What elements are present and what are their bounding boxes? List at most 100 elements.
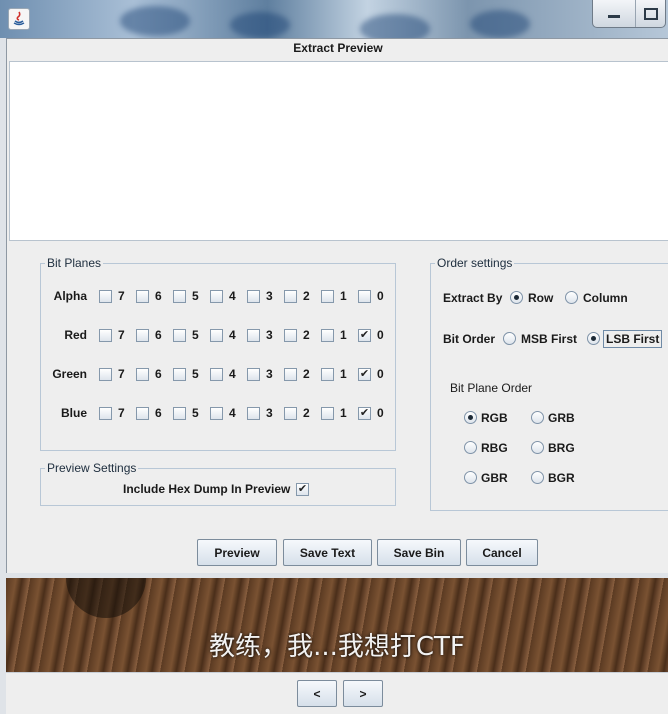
bit-plane-order-label[interactable]: BRG bbox=[548, 441, 575, 455]
bit-plane-checkbox-label: 6 bbox=[155, 367, 162, 381]
bit-plane-order-radio[interactable] bbox=[531, 471, 544, 484]
bit-plane-checkbox-label: 1 bbox=[340, 289, 347, 303]
bit-planes-group: Bit Planes Alpha 7 6 5 4 3 2 1 0 Red 7 6 5 4 3 2 1 ✔ 0 Gree… bbox=[40, 256, 396, 451]
image-caption: 教练，我...我想打CTF bbox=[209, 632, 465, 662]
bit-plane-order-radio[interactable] bbox=[531, 411, 544, 424]
hex-dump-checkbox[interactable]: ✔ bbox=[296, 483, 309, 496]
save-bin-button[interactable]: Save Bin bbox=[377, 539, 461, 566]
bit-plane-checkbox-label: 1 bbox=[340, 328, 347, 342]
bit-plane-checkbox[interactable] bbox=[99, 329, 112, 342]
bit-plane-checkbox[interactable] bbox=[136, 407, 149, 420]
bit-plane-checkbox[interactable] bbox=[210, 290, 223, 303]
bit-plane-checkbox[interactable] bbox=[321, 329, 334, 342]
bit-plane-checkbox-label: 7 bbox=[118, 406, 125, 420]
bit-plane-checkbox-label: 7 bbox=[118, 367, 125, 381]
bit-plane-checkbox[interactable] bbox=[173, 368, 186, 381]
bit-plane-checkbox[interactable] bbox=[136, 329, 149, 342]
bit-plane-checkbox[interactable] bbox=[284, 329, 297, 342]
bit-plane-checkbox[interactable]: ✔ bbox=[358, 368, 371, 381]
bit-plane-order-radio[interactable] bbox=[531, 441, 544, 454]
bit-order-msb-radio[interactable] bbox=[503, 332, 516, 345]
bit-order-label: Bit Order bbox=[443, 332, 496, 346]
bit-plane-checkbox-label: 7 bbox=[118, 289, 125, 303]
bit-plane-checkbox[interactable] bbox=[321, 368, 334, 381]
bit-plane-checkbox-label: 0 bbox=[377, 406, 384, 420]
bit-plane-checkbox-label: 4 bbox=[229, 289, 236, 303]
bit-plane-order-radio[interactable] bbox=[464, 441, 477, 454]
bit-plane-checkbox-label: 5 bbox=[192, 328, 199, 342]
minimize-icon bbox=[608, 14, 620, 18]
background-image: 教练，我...我想打CTF bbox=[6, 578, 668, 672]
bit-plane-checkbox[interactable] bbox=[99, 407, 112, 420]
extract-preview-dialog: Extract Preview Bit Planes Alpha 7 6 5 4 3 2 1 0… bbox=[6, 38, 668, 573]
bit-plane-order-label[interactable]: BGR bbox=[548, 471, 575, 485]
bit-plane-checkbox-label: 5 bbox=[192, 367, 199, 381]
bit-plane-checkbox[interactable] bbox=[210, 368, 223, 381]
bit-plane-order-label[interactable]: GRB bbox=[548, 411, 575, 425]
bit-plane-checkbox-label: 4 bbox=[229, 406, 236, 420]
extract-by-row-label[interactable]: Row bbox=[528, 291, 553, 305]
image-navigation-bar: < > bbox=[6, 672, 668, 714]
bit-planes-title: Bit Planes bbox=[45, 256, 104, 270]
bit-plane-checkbox[interactable] bbox=[210, 407, 223, 420]
bit-plane-checkbox[interactable] bbox=[99, 368, 112, 381]
bit-plane-order-label[interactable]: GBR bbox=[481, 471, 508, 485]
extract-by-row-radio[interactable] bbox=[510, 291, 523, 304]
bit-plane-checkbox-label: 2 bbox=[303, 289, 310, 303]
bit-plane-checkbox[interactable] bbox=[173, 407, 186, 420]
order-settings-group: Order settings Extract By Row Column Bit… bbox=[430, 256, 668, 511]
maximize-icon bbox=[643, 7, 658, 20]
bit-plane-checkbox-label: 0 bbox=[377, 367, 384, 381]
bit-order-lsb-label[interactable]: LSB First bbox=[603, 330, 663, 348]
bit-plane-checkbox[interactable] bbox=[321, 290, 334, 303]
bit-plane-checkbox-label: 6 bbox=[155, 406, 162, 420]
minimize-button[interactable] bbox=[593, 0, 635, 27]
bit-plane-checkbox-label: 2 bbox=[303, 328, 310, 342]
bit-plane-checkbox-label: 3 bbox=[266, 406, 273, 420]
previous-image-button[interactable]: < bbox=[297, 680, 337, 707]
bit-plane-checkbox[interactable] bbox=[284, 368, 297, 381]
extract-preview-text-area[interactable] bbox=[9, 61, 668, 241]
bit-plane-checkbox[interactable] bbox=[247, 290, 260, 303]
bit-plane-checkbox[interactable] bbox=[284, 290, 297, 303]
bit-plane-checkbox[interactable] bbox=[284, 407, 297, 420]
bit-plane-row-label: Alpha bbox=[53, 289, 87, 303]
bit-order-lsb-radio[interactable] bbox=[587, 332, 600, 345]
extract-by-label: Extract By bbox=[443, 291, 503, 305]
next-image-button[interactable]: > bbox=[343, 680, 383, 707]
bit-plane-checkbox[interactable] bbox=[247, 368, 260, 381]
bit-plane-checkbox-label: 4 bbox=[229, 367, 236, 381]
bit-plane-checkbox[interactable] bbox=[358, 290, 371, 303]
bit-plane-checkbox-label: 3 bbox=[266, 289, 273, 303]
bit-plane-checkbox[interactable] bbox=[99, 290, 112, 303]
preview-button[interactable]: Preview bbox=[197, 539, 277, 566]
bit-plane-checkbox-label: 5 bbox=[192, 406, 199, 420]
bit-plane-checkbox[interactable] bbox=[136, 368, 149, 381]
bit-plane-checkbox[interactable]: ✔ bbox=[358, 329, 371, 342]
bit-plane-checkbox[interactable] bbox=[173, 290, 186, 303]
bit-plane-checkbox[interactable] bbox=[247, 329, 260, 342]
bit-plane-order-label[interactable]: RGB bbox=[481, 411, 508, 425]
bit-plane-order-radio[interactable] bbox=[464, 411, 477, 424]
extract-by-column-label[interactable]: Column bbox=[583, 291, 628, 305]
extract-by-column-radio[interactable] bbox=[565, 291, 578, 304]
bit-plane-checkbox-label: 4 bbox=[229, 328, 236, 342]
bit-plane-checkbox-label: 3 bbox=[266, 367, 273, 381]
bit-plane-checkbox[interactable] bbox=[247, 407, 260, 420]
java-app-icon bbox=[8, 8, 30, 30]
bit-order-msb-label[interactable]: MSB First bbox=[521, 332, 577, 346]
cancel-button[interactable]: Cancel bbox=[466, 539, 538, 566]
bit-plane-checkbox[interactable] bbox=[321, 407, 334, 420]
bit-plane-checkbox-label: 3 bbox=[266, 328, 273, 342]
maximize-button[interactable] bbox=[635, 0, 665, 27]
bit-plane-order-label[interactable]: RBG bbox=[481, 441, 508, 455]
bit-plane-checkbox[interactable] bbox=[210, 329, 223, 342]
save-text-button[interactable]: Save Text bbox=[283, 539, 372, 566]
bit-plane-row-label: Blue bbox=[60, 406, 87, 420]
bit-plane-checkbox[interactable] bbox=[173, 329, 186, 342]
bit-plane-checkbox[interactable]: ✔ bbox=[358, 407, 371, 420]
bit-plane-checkbox-label: 1 bbox=[340, 406, 347, 420]
bit-plane-checkbox[interactable] bbox=[136, 290, 149, 303]
bit-plane-order-radio[interactable] bbox=[464, 471, 477, 484]
preview-section-title: Extract Preview bbox=[293, 41, 383, 55]
